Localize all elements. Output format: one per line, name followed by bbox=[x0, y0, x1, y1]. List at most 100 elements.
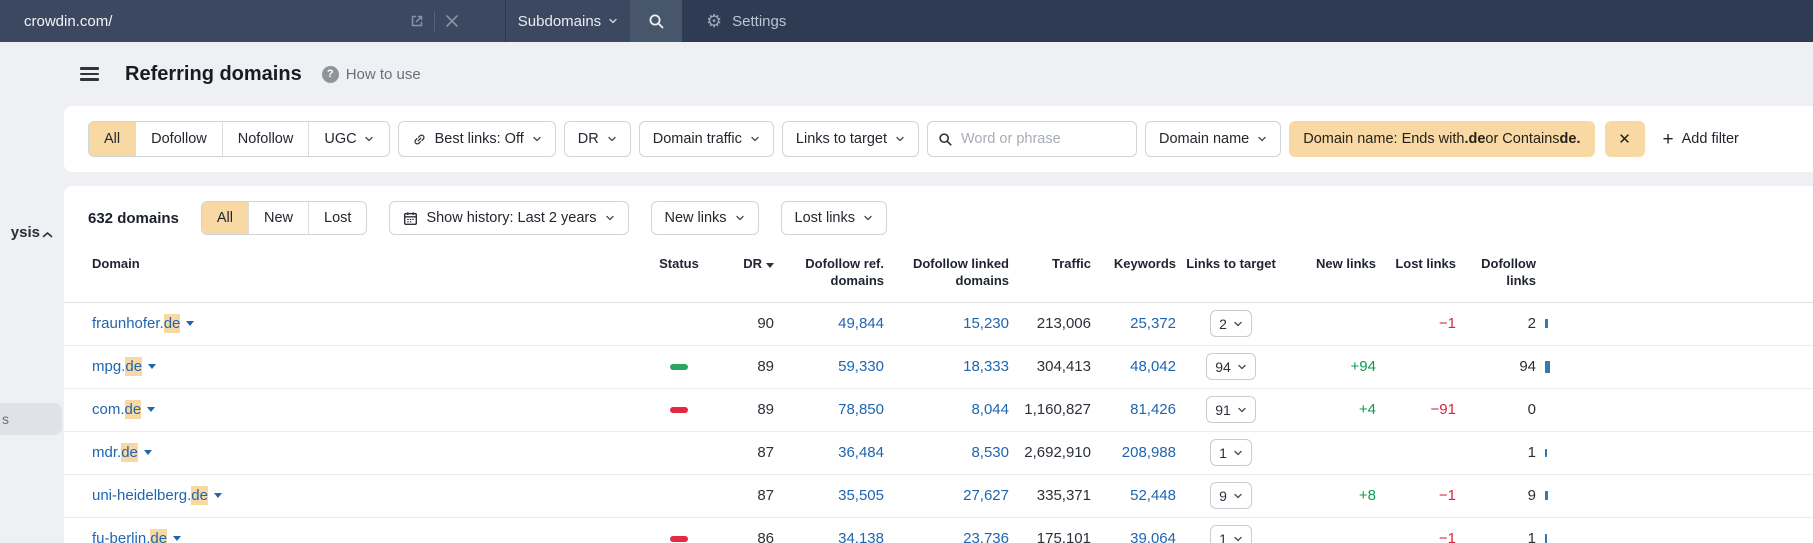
add-filter-button[interactable]: + Add filter bbox=[1663, 130, 1739, 149]
links-to-target-select[interactable]: 1 bbox=[1210, 439, 1252, 467]
dofollow-links-bar[interactable] bbox=[1545, 448, 1547, 457]
keywords-value[interactable]: 52,448 bbox=[1091, 487, 1176, 504]
domain-link[interactable]: fraunhofer.de bbox=[92, 314, 195, 334]
target-input[interactable] bbox=[0, 12, 400, 30]
dr-label: DR bbox=[577, 131, 599, 147]
gear-icon: ⚙ bbox=[706, 11, 723, 31]
dofollow-links-bar[interactable] bbox=[1545, 360, 1550, 373]
filter-dofollow[interactable]: Dofollow bbox=[135, 122, 222, 156]
col-dr[interactable]: DR bbox=[714, 256, 774, 273]
links-to-target-dropdown[interactable]: Links to target bbox=[781, 121, 919, 157]
domain-traffic-dropdown[interactable]: Domain traffic bbox=[638, 121, 774, 157]
search-icon bbox=[939, 132, 952, 146]
dr-dropdown[interactable]: DR bbox=[563, 121, 631, 157]
question-icon: ? bbox=[321, 65, 339, 83]
dofollow-ref-value[interactable]: 34,138 bbox=[774, 530, 884, 543]
caret-down-icon[interactable] bbox=[213, 493, 222, 499]
dofollow-links-bar[interactable] bbox=[1545, 491, 1548, 501]
caret-down-icon[interactable] bbox=[143, 450, 152, 456]
chevron-down-icon bbox=[896, 136, 904, 142]
status-all[interactable]: All bbox=[201, 202, 248, 234]
col-status[interactable]: Status bbox=[644, 256, 714, 273]
caret-down-icon[interactable] bbox=[147, 407, 156, 413]
col-keywords[interactable]: Keywords bbox=[1091, 256, 1176, 273]
domain-name-dropdown[interactable]: Domain name bbox=[1144, 121, 1282, 157]
domain-link[interactable]: mpg.de bbox=[92, 357, 157, 377]
dofollow-links-bar[interactable] bbox=[1545, 534, 1547, 543]
settings-button[interactable]: Settings bbox=[732, 13, 786, 30]
domain-name-label: Domain name bbox=[1158, 131, 1250, 147]
caret-down-icon[interactable] bbox=[148, 364, 157, 370]
sidebar-item-partial[interactable]: s bbox=[0, 403, 62, 435]
best-links-dropdown[interactable]: Best links: Off bbox=[397, 121, 556, 157]
links-to-target-select[interactable]: 91 bbox=[1206, 396, 1256, 424]
dofollow-ref-value[interactable]: 59,330 bbox=[774, 358, 884, 375]
col-lost-links[interactable]: Lost links bbox=[1376, 256, 1456, 273]
chevron-down-icon bbox=[1234, 536, 1242, 541]
lost-links-dropdown[interactable]: Lost links bbox=[780, 201, 887, 235]
external-link-icon[interactable] bbox=[400, 0, 434, 42]
domain-link[interactable]: fu-berlin.de bbox=[92, 529, 182, 543]
keywords-value[interactable]: 81,426 bbox=[1091, 401, 1176, 418]
menu-icon[interactable] bbox=[80, 67, 99, 81]
caret-down-icon[interactable] bbox=[186, 321, 195, 327]
filter-all[interactable]: All bbox=[89, 122, 136, 156]
dofollow-linked-value[interactable]: 8,044 bbox=[884, 401, 1009, 418]
status-badge bbox=[670, 363, 688, 370]
domain-link[interactable]: uni-heidelberg.de bbox=[92, 486, 222, 506]
chevron-down-icon bbox=[1234, 450, 1242, 455]
dofollow-ref-value[interactable]: 49,844 bbox=[774, 315, 884, 332]
col-dofollow-links[interactable]: Dofollow links bbox=[1456, 256, 1536, 290]
domain-cell: fu-berlin.de bbox=[92, 529, 644, 543]
domain-cell: mdr.de bbox=[92, 443, 644, 463]
keywords-value[interactable]: 208,988 bbox=[1091, 444, 1176, 461]
col-links-to-target[interactable]: Links to target bbox=[1176, 256, 1286, 273]
dofollow-linked-value[interactable]: 8,530 bbox=[884, 444, 1009, 461]
dofollow-ref-value[interactable]: 35,505 bbox=[774, 487, 884, 504]
dofollow-linked-value[interactable]: 27,627 bbox=[884, 487, 1009, 504]
dofollow-ref-value[interactable]: 78,850 bbox=[774, 401, 884, 418]
filter-nofollow[interactable]: Nofollow bbox=[221, 122, 309, 156]
dr-value: 87 bbox=[757, 444, 774, 462]
keywords-value[interactable]: 39,064 bbox=[1091, 530, 1176, 543]
domain-link[interactable]: com.de bbox=[92, 400, 156, 420]
dofollow-ref-value[interactable]: 36,484 bbox=[774, 444, 884, 461]
remove-filter-button[interactable]: ✕ bbox=[1604, 121, 1645, 157]
keywords-value[interactable]: 25,372 bbox=[1091, 315, 1176, 332]
dofollow-linked-value[interactable]: 18,333 bbox=[884, 358, 1009, 375]
clear-target-icon[interactable] bbox=[435, 0, 469, 42]
links-to-target-select[interactable]: 94 bbox=[1206, 353, 1256, 381]
dr-value: 89 bbox=[757, 401, 774, 419]
status-lost[interactable]: Lost bbox=[308, 202, 366, 234]
add-filter-label: Add filter bbox=[1681, 131, 1739, 147]
links-to-target-select[interactable]: 1 bbox=[1210, 525, 1252, 543]
links-to-target-select[interactable]: 2 bbox=[1210, 310, 1252, 338]
chip-bold: de. bbox=[1559, 131, 1581, 147]
new-links-dropdown[interactable]: New links bbox=[650, 201, 759, 235]
domain-link[interactable]: mdr.de bbox=[92, 443, 152, 463]
search-button[interactable] bbox=[630, 0, 682, 42]
col-domain[interactable]: Domain bbox=[92, 256, 644, 273]
caret-down-icon[interactable] bbox=[173, 536, 182, 542]
col-dofollow-linked[interactable]: Dofollow linked domains bbox=[884, 256, 1009, 290]
keywords-value[interactable]: 48,042 bbox=[1091, 358, 1176, 375]
table-body: fraunhofer.de 90 49,844 15,230 213,006 2… bbox=[64, 303, 1813, 543]
mode-dropdown[interactable]: Subdomains bbox=[505, 0, 630, 42]
how-to-use-link[interactable]: ? How to use bbox=[321, 65, 421, 83]
dofollow-links-value: 94 bbox=[1519, 358, 1536, 376]
dofollow-linked-value[interactable]: 23,736 bbox=[884, 530, 1009, 543]
active-filter-chip[interactable]: Domain name: Ends with .de or Contains d… bbox=[1289, 121, 1595, 157]
links-to-target-value: 1 bbox=[1219, 530, 1227, 543]
ugc-label: UGC bbox=[324, 131, 357, 147]
links-to-target-select[interactable]: 9 bbox=[1210, 482, 1252, 510]
spark-cell bbox=[1536, 448, 1566, 457]
filter-ugc-dropdown[interactable]: UGC bbox=[308, 122, 388, 156]
word-search-input[interactable] bbox=[960, 131, 1111, 147]
col-new-links[interactable]: New links bbox=[1286, 256, 1376, 273]
show-history-dropdown[interactable]: Show history: Last 2 years bbox=[389, 201, 629, 235]
dofollow-linked-value[interactable]: 15,230 bbox=[884, 315, 1009, 332]
dofollow-links-bar[interactable] bbox=[1545, 319, 1548, 329]
col-dofollow-ref[interactable]: Dofollow ref. domains bbox=[774, 256, 884, 290]
status-new[interactable]: New bbox=[248, 202, 308, 234]
col-traffic[interactable]: Traffic bbox=[1009, 256, 1091, 273]
